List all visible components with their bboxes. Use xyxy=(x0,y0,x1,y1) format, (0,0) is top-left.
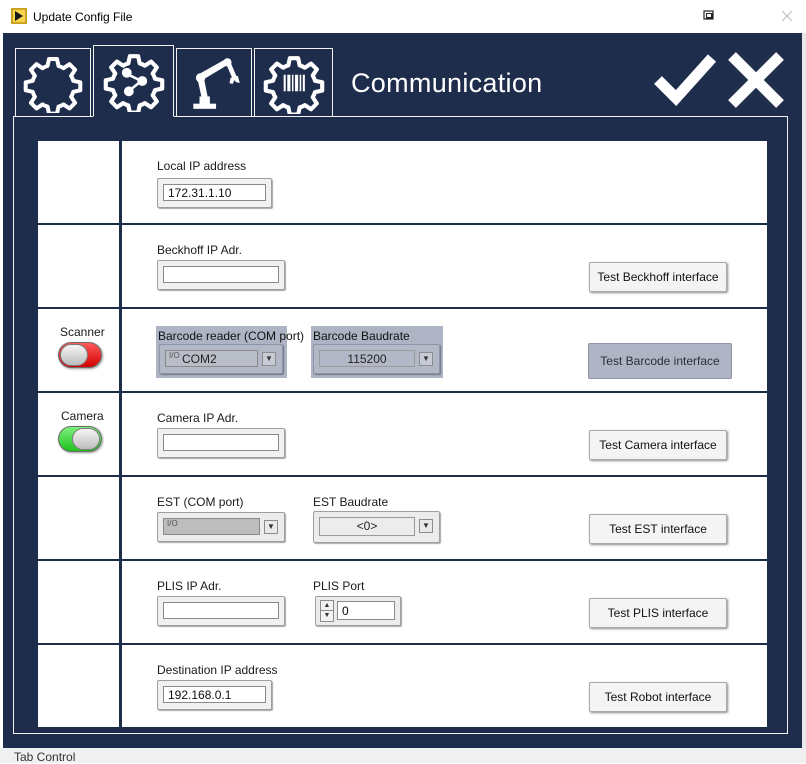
plis-ip-label: PLIS IP Adr. xyxy=(157,579,222,593)
cross-icon[interactable] xyxy=(724,48,788,112)
barcode-port-label: Barcode reader (COM port) xyxy=(158,329,305,343)
local-ip-label: Local IP address xyxy=(157,159,247,173)
title-bar: Update Config File xyxy=(0,0,806,33)
chevron-down-icon[interactable]: ▼ xyxy=(321,611,333,621)
camera-ip-value xyxy=(163,434,279,451)
barcode-port-value: COM2 xyxy=(182,352,217,366)
scanner-toggle[interactable] xyxy=(58,342,102,368)
row-main-cell: Beckhoff IP Adr. Test Beckhoff interface xyxy=(122,225,767,307)
tab-content-panel: Local IP address 172.31.1.10 Beckhoff IP… xyxy=(13,116,788,734)
est-baud-label: EST Baudrate xyxy=(313,495,389,509)
camera-ip-label: Camera IP Adr. xyxy=(157,411,239,425)
window-title: Update Config File xyxy=(33,10,133,24)
row-main-cell: Local IP address 172.31.1.10 xyxy=(122,141,767,223)
destination-ip-field[interactable]: 192.168.0.1 xyxy=(157,680,272,710)
tab-control-label: Tab Control xyxy=(14,750,76,764)
camera-ip-field[interactable] xyxy=(157,428,285,458)
row-main-cell: PLIS IP Adr. PLIS Port ▲ ▼ 0 Test PLIS i… xyxy=(122,561,767,643)
labview-app-icon xyxy=(11,8,27,24)
est-baud-select[interactable]: <0> ▼ xyxy=(313,511,440,543)
row-est: EST (COM port) I/O ▼ EST Baudrate <0> ▼ … xyxy=(38,477,767,559)
chevron-down-icon[interactable]: ▼ xyxy=(419,352,433,366)
plis-ip-field[interactable] xyxy=(157,596,285,626)
barcode-port-select[interactable]: I/O COM2 ▼ xyxy=(159,344,283,374)
test-robot-button[interactable]: Test Robot interface xyxy=(589,682,727,712)
beckhoff-ip-field[interactable] xyxy=(157,260,285,290)
row-side-cell: Camera xyxy=(38,393,119,475)
row-robot: Destination IP address 192.168.0.1 Test … xyxy=(38,645,767,727)
row-side-cell xyxy=(38,141,119,223)
row-camera: Camera Camera IP Adr. Test Camera interf… xyxy=(38,393,767,475)
plis-port-label: PLIS Port xyxy=(313,579,365,593)
chevron-up-icon[interactable]: ▲ xyxy=(321,601,333,611)
row-local-ip: Local IP address 172.31.1.10 xyxy=(38,141,767,223)
tab-robot[interactable] xyxy=(176,48,252,116)
est-baud-value: <0> xyxy=(319,517,415,536)
chevron-down-icon[interactable]: ▼ xyxy=(262,352,276,366)
chevron-down-icon[interactable]: ▼ xyxy=(419,519,433,533)
row-barcode: Scanner Barcode reader (COM port) I/O CO… xyxy=(38,309,767,391)
local-ip-field[interactable]: 172.31.1.10 xyxy=(157,178,272,208)
tab-general[interactable] xyxy=(15,48,91,116)
beckhoff-ip-label: Beckhoff IP Adr. xyxy=(157,243,242,257)
row-plis: PLIS IP Adr. PLIS Port ▲ ▼ 0 Test PLIS i… xyxy=(38,561,767,643)
io-glyph: I/O xyxy=(167,519,178,528)
est-port-select[interactable]: I/O ▼ xyxy=(157,512,285,542)
est-port-label: EST (COM port) xyxy=(157,495,244,509)
tab-communication[interactable] xyxy=(93,45,174,117)
row-main-cell: EST (COM port) I/O ▼ EST Baudrate <0> ▼ … xyxy=(122,477,767,559)
page-title: Communication xyxy=(351,68,543,98)
row-side-cell: Scanner xyxy=(38,309,119,391)
plis-port-stepper[interactable]: ▲ ▼ 0 xyxy=(315,596,401,626)
toggle-knob xyxy=(72,428,100,450)
plis-port-value: 0 xyxy=(337,601,395,620)
barcode-baud-label: Barcode Baudrate xyxy=(313,329,410,343)
scanner-label: Scanner xyxy=(60,325,105,339)
test-est-button[interactable]: Test EST interface xyxy=(589,514,727,544)
test-plis-button[interactable]: Test PLIS interface xyxy=(589,598,727,628)
close-icon[interactable] xyxy=(772,4,802,28)
test-barcode-button[interactable]: Test Barcode interface xyxy=(588,343,732,379)
io-glyph: I/O xyxy=(169,351,180,360)
window-bottom-edge xyxy=(0,748,806,763)
row-main-cell: Camera IP Adr. Test Camera interface xyxy=(122,393,767,475)
camera-toggle[interactable] xyxy=(58,426,102,452)
row-beckhoff: Beckhoff IP Adr. Test Beckhoff interface xyxy=(38,225,767,307)
row-main-cell: Destination IP address 192.168.0.1 Test … xyxy=(122,645,767,727)
window-edge xyxy=(802,33,806,748)
destination-ip-label: Destination IP address xyxy=(157,663,278,677)
local-ip-value: 172.31.1.10 xyxy=(163,184,266,201)
checkmark-icon[interactable] xyxy=(652,50,716,110)
barcode-baud-value: 115200 xyxy=(319,350,415,367)
stepper-arrows[interactable]: ▲ ▼ xyxy=(320,600,334,622)
beckhoff-ip-value xyxy=(163,266,279,283)
chevron-down-icon[interactable]: ▼ xyxy=(264,520,278,534)
row-side-cell xyxy=(38,477,119,559)
toggle-knob xyxy=(60,344,88,366)
barcode-baud-select[interactable]: 115200 ▼ xyxy=(313,344,440,374)
tab-barcode[interactable] xyxy=(254,48,333,116)
share-network-gear-icon xyxy=(103,54,164,112)
row-side-cell xyxy=(38,561,119,643)
restore-icon[interactable] xyxy=(696,4,722,28)
test-camera-button[interactable]: Test Camera interface xyxy=(589,430,727,460)
gear-icon xyxy=(23,56,83,113)
plis-ip-value xyxy=(163,602,279,619)
barcode-gear-icon xyxy=(263,55,324,114)
camera-label: Camera xyxy=(61,409,104,423)
row-side-cell xyxy=(38,225,119,307)
test-beckhoff-button[interactable]: Test Beckhoff interface xyxy=(589,262,727,292)
row-side-cell xyxy=(38,645,119,727)
row-main-cell: Barcode reader (COM port) I/O COM2 ▼ Bar… xyxy=(122,309,767,391)
destination-ip-value: 192.168.0.1 xyxy=(163,686,266,703)
robot-arm-icon xyxy=(193,57,240,109)
